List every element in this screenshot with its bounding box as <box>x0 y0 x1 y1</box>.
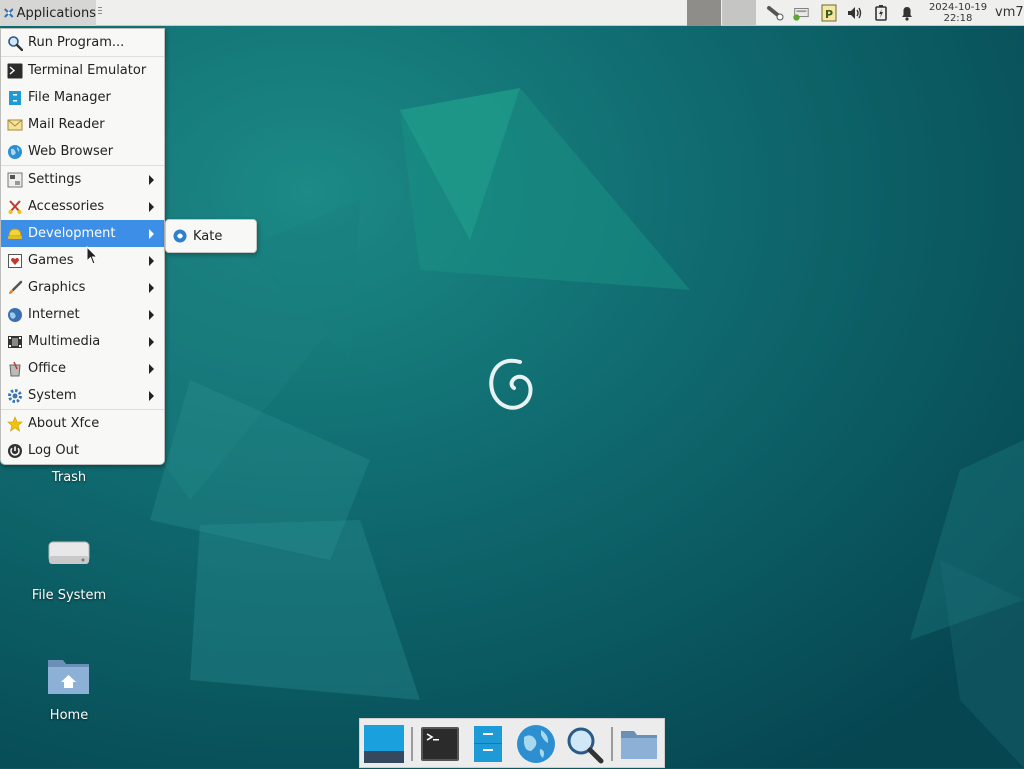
submenu-arrow-icon <box>149 310 154 320</box>
panel-drag-handle[interactable] <box>98 7 102 19</box>
hostname-label: vm7 <box>995 5 1024 20</box>
clipboard-parcellite-icon[interactable]: P <box>820 4 838 22</box>
menu-item-office[interactable]: Office <box>1 355 164 382</box>
file-manager-icon[interactable] <box>467 723 509 765</box>
menu-item-label: Log Out <box>28 443 79 458</box>
graphics-icon <box>7 280 23 296</box>
menu-item-multimedia[interactable]: Multimedia <box>1 328 164 355</box>
dock-separator <box>411 727 413 761</box>
submenu-arrow-icon <box>149 175 154 185</box>
office-icon <box>7 361 23 377</box>
file-manager-icon <box>7 90 23 106</box>
internet-icon <box>7 307 23 323</box>
multimedia-icon <box>7 334 23 350</box>
menu-item-internet[interactable]: Internet <box>1 301 164 328</box>
menu-item-label: File Manager <box>28 90 111 105</box>
menu-item-label: Internet <box>28 307 80 322</box>
submenu-arrow-icon <box>149 229 154 239</box>
desktop-icon-label: File System <box>31 588 107 603</box>
menu-item-development[interactable]: Development <box>1 220 164 247</box>
menu-item-label: Web Browser <box>28 144 114 159</box>
xfce-logo-icon <box>4 8 14 18</box>
menu-item-label: Development <box>28 226 116 241</box>
menu-item-about-xfce[interactable]: About Xfce <box>1 410 164 437</box>
menu-item-games[interactable]: Games <box>1 247 164 274</box>
menu-item-label: Settings <box>28 172 82 187</box>
menu-item-label: Multimedia <box>28 334 101 349</box>
network-status-icon[interactable] <box>792 4 810 22</box>
settings-icon <box>7 172 23 188</box>
menu-item-file-manager[interactable]: File Manager <box>1 84 164 111</box>
terminal-icon[interactable] <box>419 723 461 765</box>
app-finder-icon[interactable] <box>563 723 605 765</box>
submenu-arrow-icon <box>149 202 154 212</box>
applications-menu: Run Program... Terminal Emulator File Ma… <box>0 28 165 465</box>
show-desktop-icon[interactable] <box>363 723 405 765</box>
menu-item-accessories[interactable]: Accessories <box>1 193 164 220</box>
submenu-arrow-icon <box>149 364 154 374</box>
battery-icon[interactable] <box>872 4 890 22</box>
menu-item-label: Run Program... <box>28 35 125 50</box>
games-icon <box>7 253 23 269</box>
menu-item-system[interactable]: System <box>1 382 164 409</box>
menu-item-label: Graphics <box>28 280 86 295</box>
workspace-1[interactable] <box>687 0 721 26</box>
mail-icon <box>7 117 23 133</box>
svg-text:P: P <box>825 8 833 21</box>
submenu-arrow-icon <box>149 256 154 266</box>
menu-item-run-program[interactable]: Run Program... <box>1 29 164 56</box>
desktop-icon-label: Trash <box>51 470 87 485</box>
menu-item-web-browser[interactable]: Web Browser <box>1 138 164 165</box>
home-folder-icon <box>48 660 89 694</box>
menu-item-mail-reader[interactable]: Mail Reader <box>1 111 164 138</box>
network-wired-icon[interactable] <box>766 4 784 22</box>
menu-item-log-out[interactable]: Log Out <box>1 437 164 464</box>
menu-item-label: About Xfce <box>28 416 100 431</box>
workspace-2[interactable] <box>722 0 756 26</box>
dock-separator <box>611 727 613 761</box>
terminal-icon <box>7 63 23 79</box>
mouse-cursor-icon <box>86 246 99 265</box>
volume-icon[interactable] <box>846 4 864 22</box>
kate-icon <box>172 228 188 244</box>
desktop-icon-label: Home <box>49 708 89 723</box>
submenu-arrow-icon <box>149 391 154 401</box>
desktop-icon-home[interactable]: Home <box>19 652 119 723</box>
submenu-item-kate[interactable]: Kate <box>166 223 256 250</box>
folder-icon[interactable] <box>618 723 660 765</box>
menu-item-label: Kate <box>193 228 223 244</box>
top-panel: Applications P 2024-10-19 22:18 vm7 <box>0 0 1024 26</box>
menu-item-label: System <box>28 388 77 403</box>
desktop-icon-trash[interactable]: Trash <box>19 466 119 485</box>
menu-item-graphics[interactable]: Graphics <box>1 274 164 301</box>
applications-menu-button[interactable]: Applications <box>0 0 96 26</box>
system-icon <box>7 388 23 404</box>
accessories-icon <box>7 199 23 215</box>
menu-item-label: Mail Reader <box>28 117 105 132</box>
globe-icon <box>7 144 23 160</box>
development-submenu: Kate <box>165 219 257 253</box>
menu-item-label: Office <box>28 361 66 376</box>
dock-panel <box>359 718 665 768</box>
star-icon <box>7 415 23 432</box>
search-icon <box>7 35 23 51</box>
web-browser-icon[interactable] <box>515 723 557 765</box>
menu-item-label: Accessories <box>28 199 105 214</box>
panel-clock[interactable]: 2024-10-19 22:18 <box>928 2 988 24</box>
submenu-arrow-icon <box>149 283 154 293</box>
menu-item-label: Games <box>28 253 74 268</box>
development-icon <box>7 226 23 242</box>
applications-label: Applications <box>16 5 96 21</box>
notification-bell-icon[interactable] <box>898 4 916 22</box>
submenu-arrow-icon <box>149 337 154 347</box>
menu-item-label: Terminal Emulator <box>28 63 147 78</box>
drive-icon <box>48 541 90 564</box>
menu-item-settings[interactable]: Settings <box>1 166 164 193</box>
clock-time: 22:18 <box>943 13 973 24</box>
logout-icon <box>7 443 23 459</box>
clock-date: 2024-10-19 <box>928 2 988 13</box>
desktop-icon-file-system[interactable]: File System <box>19 532 119 603</box>
menu-item-terminal-emulator[interactable]: Terminal Emulator <box>1 57 164 84</box>
